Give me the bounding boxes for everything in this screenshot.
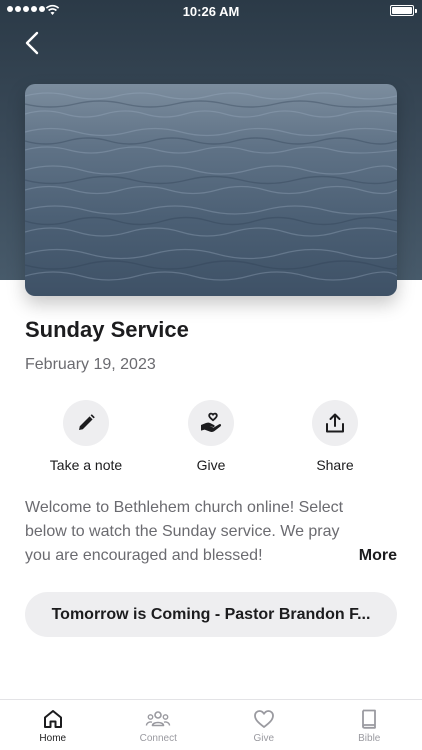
share-circle <box>312 400 358 446</box>
take-note-label: Take a note <box>49 457 123 473</box>
heart-hand-icon <box>201 412 222 432</box>
event-title: Sunday Service <box>25 317 189 342</box>
take-note-button[interactable]: Take a note <box>26 400 146 473</box>
pencil-icon <box>79 414 95 430</box>
tab-home-label: Home <box>39 733 67 744</box>
book-icon <box>362 709 377 729</box>
tab-connect[interactable]: Connect <box>106 700 212 750</box>
share-label: Share <box>316 457 354 473</box>
tab-home[interactable]: Home <box>0 700 106 750</box>
sermon-button[interactable]: Tomorrow is Coming - Pastor Brandon F... <box>25 592 397 637</box>
tab-bible-label: Bible <box>358 733 381 744</box>
people-icon <box>146 711 171 727</box>
status-bar: 10:26 AM <box>0 0 422 22</box>
give-action-button[interactable]: Give <box>151 400 271 473</box>
tab-give-label: Give <box>253 733 275 744</box>
status-time: 10:26 AM <box>182 4 240 19</box>
share-icon <box>326 413 344 433</box>
tab-connect-label: Connect <box>139 733 177 744</box>
event-description: Welcome to Bethlehem church online! Sele… <box>25 499 344 564</box>
tab-bible[interactable]: Bible <box>317 700 422 750</box>
give-action-label: Give <box>196 457 226 473</box>
back-button[interactable] <box>18 28 48 58</box>
share-button[interactable]: Share <box>275 400 395 473</box>
tab-bar: Home Connect Give Bible <box>0 699 422 750</box>
event-image <box>25 84 397 296</box>
event-date: February 19, 2023 <box>25 356 156 373</box>
heart-icon <box>253 710 274 728</box>
tab-give[interactable]: Give <box>211 700 317 750</box>
give-action-circle <box>188 400 234 446</box>
more-link[interactable]: More <box>359 547 397 565</box>
chevron-left-icon <box>25 31 39 55</box>
battery-icon <box>390 5 417 16</box>
take-note-circle <box>63 400 109 446</box>
home-icon <box>43 710 62 728</box>
